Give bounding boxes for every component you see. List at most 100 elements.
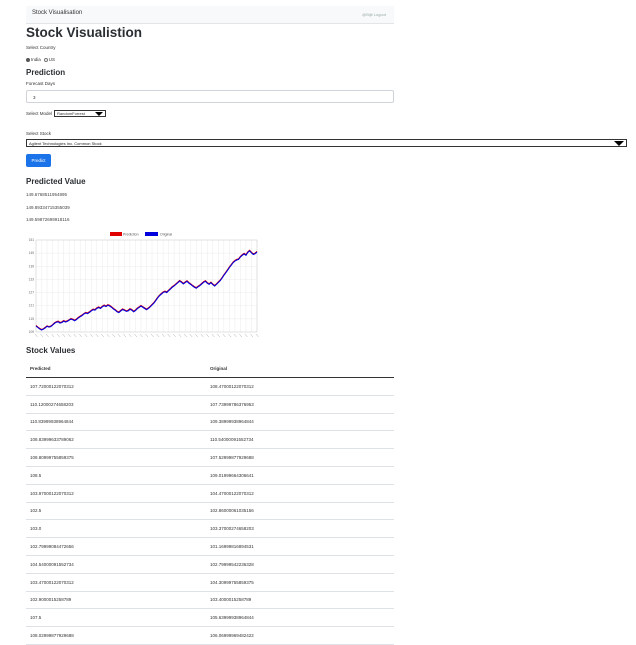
- country-radio-us[interactable]: [43, 57, 48, 62]
- cell-original: 106.06999969482422: [206, 626, 394, 645]
- model-select-value: RandomForrest: [57, 111, 85, 116]
- cell-original: 108.47000122070312: [206, 377, 394, 396]
- table-row: 107.72000122070312 108.47000122070312: [26, 377, 394, 396]
- x-tick-mark: [167, 333, 171, 338]
- country-radio-group: India US: [26, 57, 55, 62]
- y-tick-label: 133: [29, 277, 35, 281]
- x-tick-mark: [189, 333, 193, 338]
- predicted-value-1: 149.6768511954895: [26, 192, 67, 197]
- cell-predicted: 107.5: [26, 608, 206, 628]
- cell-predicted: 110.83999938964844: [26, 413, 206, 432]
- navbar-brand[interactable]: Stock Visualisation: [32, 10, 82, 16]
- cell-predicted: 102.9000015258789: [26, 591, 206, 610]
- table-row: 103.97000122070312 104.47000122070312: [26, 484, 394, 503]
- cell-original: 105.63999938964844: [206, 608, 394, 628]
- x-tick-mark: [95, 333, 99, 338]
- x-tick-mark: [239, 333, 243, 338]
- x-tick-mark: [34, 333, 38, 338]
- table-row: 102.5 102.86000061035156: [26, 502, 394, 521]
- chart-x-ticks: [34, 333, 259, 338]
- stock-values-heading: Stock Values: [26, 346, 76, 355]
- chevron-down-icon: [614, 141, 624, 146]
- cell-predicted: 107.72000122070312: [26, 377, 206, 396]
- cell-original: 101.16999816894531: [206, 537, 394, 556]
- x-tick-mark: [56, 333, 60, 338]
- x-tick-mark: [134, 333, 138, 338]
- model-select[interactable]: RandomForrest: [54, 110, 107, 117]
- x-tick-mark: [84, 333, 88, 338]
- cell-predicted: 108.02999877929688: [26, 626, 206, 645]
- table-row: 108.83999633789062 110.54000091552734: [26, 430, 394, 450]
- x-tick-mark: [51, 333, 55, 338]
- x-tick-mark: [184, 333, 187, 338]
- navbar: Stock Visualisation @Bijit Logout: [26, 6, 394, 24]
- y-tick-label: 109: [29, 330, 35, 334]
- x-tick-mark: [117, 333, 121, 338]
- x-tick-mark: [123, 333, 127, 338]
- x-tick-mark: [211, 333, 215, 338]
- x-tick-mark: [73, 333, 77, 338]
- table-row: 103.0 103.37000274658203: [26, 519, 394, 539]
- legend-label-original: Original: [160, 233, 172, 237]
- stock-values-table: Predicted Original 107.72000122070312 108…: [26, 360, 394, 645]
- x-tick-mark: [112, 333, 116, 338]
- cell-original: 102.86000061035156: [206, 502, 394, 521]
- y-tick-label: 127: [29, 291, 35, 295]
- forecast-days-label: Forecast Days: [26, 81, 56, 86]
- stock-select[interactable]: Agilent Technologies Inc. Common Stock: [26, 139, 627, 147]
- x-tick-mark: [233, 333, 237, 338]
- model-row: Select Model RandomForrest: [26, 110, 107, 117]
- cell-predicted: 103.47000122070312: [26, 573, 206, 592]
- cell-predicted: 102.79999084472656: [26, 537, 206, 556]
- cell-original: 109.38999938964844: [206, 413, 394, 432]
- x-tick-mark: [222, 333, 226, 338]
- legend-swatch-prediction: [110, 232, 122, 236]
- x-tick-mark: [255, 333, 259, 338]
- country-radio-india[interactable]: [26, 57, 30, 62]
- country-radio-us-label: US: [48, 57, 56, 62]
- cell-predicted: 110.12000274658203: [26, 395, 206, 414]
- cell-original: 102.79999542236328: [206, 555, 394, 574]
- x-tick-mark: [195, 333, 198, 338]
- cell-predicted: 104.54000091552734: [26, 555, 206, 574]
- x-tick-mark: [206, 333, 209, 338]
- x-tick-mark: [161, 333, 165, 338]
- column-header-original: Original: [206, 360, 394, 378]
- table-row: 110.12000274658203 107.73999786376953: [26, 395, 394, 414]
- predict-button[interactable]: Predict: [26, 154, 51, 167]
- chevron-down-icon: [95, 112, 104, 116]
- cell-original: 107.73999786376953: [206, 395, 394, 414]
- model-label: Select Model: [26, 111, 53, 116]
- cell-original: 104.30999755859375: [206, 573, 394, 592]
- x-tick-mark: [101, 333, 104, 338]
- x-tick-mark: [145, 333, 149, 338]
- x-tick-mark: [228, 333, 232, 338]
- predicted-value-heading: Predicted Value: [26, 177, 86, 186]
- legend-label-prediction: Prediction: [123, 233, 139, 237]
- y-tick-label: 115: [29, 317, 34, 321]
- y-tick-label: 121: [29, 304, 35, 308]
- legend-swatch-original: [145, 232, 158, 236]
- table-row: 108.02999877929688 106.06999969482422: [26, 626, 394, 645]
- country-label: Select Country: [26, 45, 56, 50]
- chart-legend: Prediction Original: [110, 232, 172, 237]
- navbar-user-logout[interactable]: @Bijit Logout: [362, 12, 386, 17]
- cell-predicted: 103.0: [26, 519, 206, 539]
- forecast-days-input[interactable]: 3: [26, 90, 394, 103]
- y-tick-label: 151: [29, 238, 35, 242]
- x-tick-mark: [79, 333, 82, 338]
- x-tick-mark: [150, 333, 154, 338]
- x-tick-mark: [244, 333, 248, 338]
- x-tick-mark: [172, 333, 176, 338]
- table-row: 103.47000122070312 104.30999755859375: [26, 573, 394, 592]
- cell-predicted: 108.83999633789062: [26, 430, 206, 450]
- cell-predicted: 102.5: [26, 502, 206, 521]
- y-tick-label: 139: [29, 264, 35, 268]
- x-tick-mark: [45, 333, 49, 338]
- stock-line-chart: Prediction Original 151 145 139 133 127 121 11…: [29, 232, 259, 338]
- x-tick-mark: [200, 333, 204, 338]
- table-row: 108.5 109.01999664306641: [26, 466, 394, 485]
- cell-predicted: 108.80999755859375: [26, 448, 206, 467]
- page-title: Stock Visualistion: [26, 25, 143, 40]
- cell-original: 103.4000015258789: [206, 591, 394, 610]
